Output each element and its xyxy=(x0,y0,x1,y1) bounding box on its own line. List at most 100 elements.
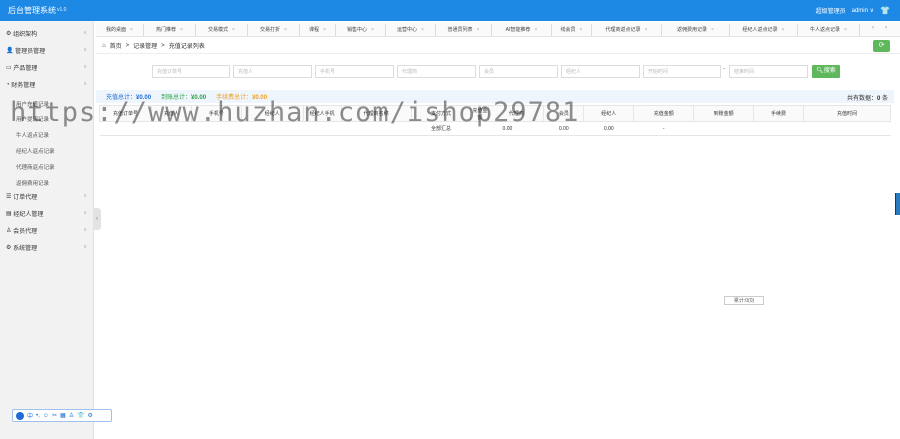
col-header: 经纪人 xyxy=(583,105,635,122)
watermark: https://www.huzhan.com/ishop29781 xyxy=(10,97,580,128)
settings-icon: ⚙ xyxy=(6,245,12,251)
col-header: 充值时间 xyxy=(803,105,891,122)
tab[interactable]: 销售中心 × xyxy=(336,24,386,36)
sidebar-item-org[interactable]: ⚙ 组织架构 ∨ xyxy=(0,25,94,42)
order-no-input[interactable]: 充值订单号 xyxy=(152,65,230,78)
tab[interactable]: 返佣费用记录 × xyxy=(662,24,730,36)
ime-toolbar[interactable]: 中 •, ☺ ✂ ▦ ♙ 👕 ⚙ xyxy=(12,409,112,422)
tab[interactable]: 普通员列表 × xyxy=(436,24,492,36)
breadcrumb-page: 充值记录列表 xyxy=(168,44,205,50)
ime-lang-icon: 中 xyxy=(27,414,34,420)
sidebar-item-system[interactable]: ⚙ 系统管理 ∨ xyxy=(0,239,94,256)
close-icon: × xyxy=(644,27,648,33)
search-icon: 🔍︎ xyxy=(816,68,824,74)
ime-shirt-icon: 👕 xyxy=(77,413,85,419)
close-icon: × xyxy=(323,27,326,33)
ime-user-icon: ♙ xyxy=(68,413,75,419)
cell-member: 0.00 xyxy=(583,121,634,136)
sidebar: ⚙ 组织架构 ∨ 👤 管理员管理 ∨ ▭ 产品管理 ∨ ◔ 财务管理 ∧ 用户充值记录 … xyxy=(0,21,94,439)
sidebar-sub-item[interactable]: 返佣费用记录 xyxy=(16,179,49,187)
tab[interactable]: 经纪人返点记录 × xyxy=(730,24,798,36)
chevron-down-icon: ∨ xyxy=(83,227,87,233)
close-icon: × xyxy=(232,27,235,33)
tab[interactable]: 牛人返点记录 × xyxy=(798,24,860,36)
sidebar-sub-item[interactable]: 牛人返点记录 xyxy=(16,131,49,139)
search-button[interactable]: 🔍︎搜索 xyxy=(812,65,840,78)
start-time-input[interactable]: 开始时间 xyxy=(643,65,721,78)
sidebar-item-admin[interactable]: 👤 管理员管理 ∨ xyxy=(0,42,94,59)
tab-bar: 我的桌面 × 热门推荐 × 交易模式 × 交易打折 × 课程 × 销售中心 × 运营中心 × … xyxy=(96,23,900,37)
total-count: 共有数据：0 条 xyxy=(846,96,888,102)
tab[interactable]: 热门推荐 × xyxy=(144,24,196,36)
close-icon: × xyxy=(180,27,183,33)
chevron-down-icon: ∨ xyxy=(83,64,87,70)
close-icon: × xyxy=(421,27,424,33)
chevron-up-icon: ∧ xyxy=(83,81,87,87)
close-icon: × xyxy=(284,27,287,33)
tab[interactable]: 交易打折 × xyxy=(248,24,300,36)
ime-emoji-icon: ☺ xyxy=(42,412,49,419)
end-time-input[interactable]: 结束时间 xyxy=(729,65,808,78)
tab[interactable]: 代理商返点记录 × xyxy=(592,24,662,36)
chevron-down-icon: ∨ xyxy=(83,30,87,36)
tab[interactable]: 交易模式 × xyxy=(196,24,248,36)
chevron-down-icon: ∨ xyxy=(83,244,87,250)
recharger-input[interactable]: 充值人 xyxy=(233,65,312,78)
user-area: 超级管理员 admin ∨ 👕 xyxy=(816,6,890,15)
close-icon: × xyxy=(534,27,538,33)
ime-punct-icon: •, xyxy=(36,412,40,419)
sidebar-sub-item[interactable]: 经纪人返点记录 xyxy=(16,147,55,155)
close-icon: × xyxy=(476,27,480,33)
chevron-down-icon: ∨ xyxy=(83,193,87,199)
refresh-button[interactable]: ⟳ xyxy=(873,40,890,52)
tab-prev-icon[interactable]: ‹ xyxy=(872,25,874,31)
close-icon: × xyxy=(781,27,785,33)
chevron-down-icon: ∨ xyxy=(83,210,87,216)
date-separator: - xyxy=(723,66,725,72)
close-icon: × xyxy=(130,27,133,33)
chevron-down-icon: ∨ xyxy=(83,47,87,53)
ime-gear-icon: ⚙ xyxy=(87,413,93,419)
refresh-icon: ⟳ xyxy=(878,42,885,49)
ime-scissors-icon: ✂ xyxy=(51,413,57,419)
tab[interactable]: 课程 × xyxy=(300,24,336,36)
sidebar-item-broker[interactable]: ▤ 经纪人管理 ∨ xyxy=(0,205,94,222)
shirt-icon[interactable]: 👕 xyxy=(880,6,890,15)
col-header: 到账金额 xyxy=(693,105,755,122)
breadcrumb-section[interactable]: 记录管理 xyxy=(133,41,157,50)
tab[interactable]: 我的桌面 × xyxy=(96,24,144,36)
member-input[interactable]: 会员 xyxy=(479,65,558,78)
broker-input[interactable]: 经纪人 xyxy=(561,65,640,78)
box-icon: ▭ xyxy=(6,65,12,71)
ime-keyboard-icon: ▦ xyxy=(59,413,66,419)
app-version: v1.0 xyxy=(57,7,67,13)
tab-next-icon[interactable]: › xyxy=(885,25,887,31)
broker-icon: ▤ xyxy=(6,211,12,217)
sidebar-sub-item[interactable]: 代理商返点记录 xyxy=(16,163,55,171)
top-bar: 后台管理系统 v1.0 超级管理员 admin ∨ 👕 xyxy=(0,0,900,21)
sidebar-collapse-button[interactable]: ‹ xyxy=(93,208,101,230)
tab[interactable]: AI智能推荐 × xyxy=(492,24,552,36)
stats-badge: 累计:0(0) xyxy=(724,296,764,305)
tab[interactable]: 线会员 × xyxy=(552,24,592,36)
tab[interactable]: 运营中心 × xyxy=(386,24,436,36)
sidebar-item-finance[interactable]: ◔ 财务管理 ∧ xyxy=(0,76,94,93)
side-tab[interactable] xyxy=(895,193,900,215)
sidebar-item-order[interactable]: ☰ 订单代理 ∨ xyxy=(0,188,94,205)
breadcrumb-home[interactable]: 首页 xyxy=(110,41,122,50)
phone-input[interactable]: 手机号 xyxy=(315,65,394,78)
org-icon: ⚙ xyxy=(6,31,12,37)
app-title: 后台管理系统 xyxy=(8,6,56,15)
user-menu[interactable]: admin ∨ xyxy=(852,7,874,14)
sidebar-item-product[interactable]: ▭ 产品管理 ∨ xyxy=(0,59,94,76)
user-icon: 👤 xyxy=(6,48,14,54)
order-icon: ☰ xyxy=(6,194,12,200)
col-header: 充值金额 xyxy=(633,105,695,122)
ime-logo-icon xyxy=(16,411,24,420)
cell-broker: - xyxy=(633,121,694,136)
sidebar-item-member[interactable]: ♙ 会员代理 ∨ xyxy=(0,222,94,239)
agent-input[interactable]: 代理商 xyxy=(397,65,476,78)
close-icon: × xyxy=(711,27,714,33)
finance-icon: ◔ xyxy=(6,81,10,88)
close-icon: × xyxy=(579,27,583,33)
